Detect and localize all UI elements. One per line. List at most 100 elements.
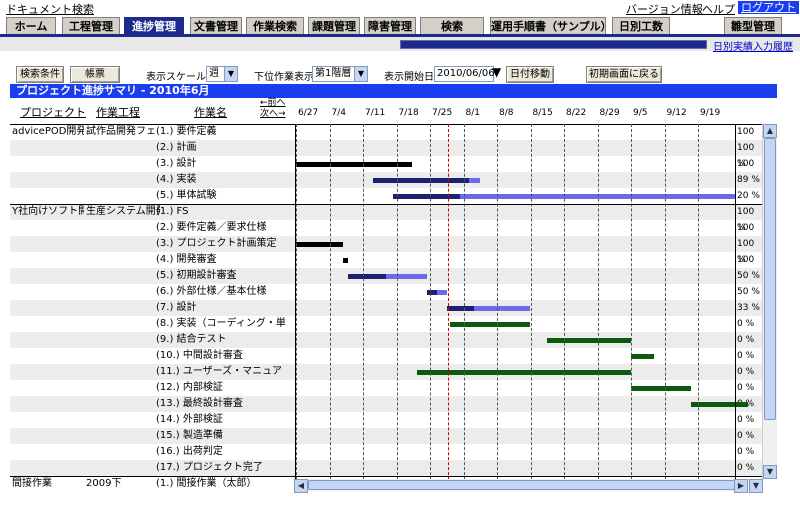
task-name[interactable]: (16.) 出荷判定 [156, 444, 294, 460]
task-name[interactable]: (3.) 設計 [156, 156, 294, 172]
nav-tab-4[interactable]: 作業検索 [246, 17, 304, 35]
task-name[interactable]: (4.) 実装 [156, 172, 294, 188]
task-name[interactable]: (15.) 製造準備 [156, 428, 294, 444]
nav-tab-7[interactable]: 検索 [420, 17, 484, 35]
nav-tab-0[interactable]: ホーム [6, 17, 56, 35]
nav-tab-6[interactable]: 障害管理 [364, 17, 416, 35]
gantt-bar[interactable] [631, 354, 655, 359]
logout-button[interactable]: ログアウト [738, 1, 799, 14]
start-date-input[interactable]: 2010/06/06 [434, 66, 495, 82]
nav-tab-9[interactable]: 日別工数 [612, 17, 670, 35]
gantt-bar[interactable] [393, 194, 461, 199]
task-name[interactable]: (17.) プロジェクト完了 [156, 460, 294, 476]
col-process[interactable]: 作業工程 [96, 104, 140, 120]
week-gridline [530, 124, 532, 490]
gantt-bar[interactable] [436, 290, 447, 295]
start-date-label: 表示開始日 [384, 72, 434, 83]
gantt-bar[interactable] [386, 274, 427, 279]
scroll-down-icon[interactable]: ▼ [763, 465, 777, 479]
calendar-dropdown-icon[interactable]: ▼ [492, 65, 501, 79]
gantt-bar[interactable] [450, 322, 531, 327]
task-name[interactable]: (3.) プロジェクト計画策定 [156, 236, 294, 252]
task-name[interactable]: (2.) 要件定義／要求仕様 [156, 220, 294, 236]
scroll-right-end-icon[interactable]: ▼ [749, 479, 763, 493]
daily-history-link[interactable]: 日別実績入力履歴 [713, 38, 793, 53]
week-gridline [430, 124, 431, 490]
next-label: 次へ [260, 109, 279, 119]
back-initial-button[interactable]: 初期画面に戻る [586, 66, 662, 83]
task-name[interactable]: (13.) 最終設計審査 [156, 396, 294, 412]
date-move-button[interactable]: 日付移動 [506, 66, 554, 83]
table-row: (9.) 結合テスト 0 % [10, 332, 763, 348]
week-gridline [698, 124, 699, 490]
gantt-bar[interactable] [342, 258, 348, 263]
prev-link[interactable]: ←前へ [260, 98, 286, 108]
task-name[interactable]: (5.) 初期設計審査 [156, 268, 294, 284]
task-name[interactable]: (7.) 設計 [156, 300, 294, 316]
scroll-up-icon[interactable]: ▲ [763, 124, 777, 138]
gantt-bar[interactable] [468, 178, 481, 183]
chevron-down-icon: ▼ [354, 67, 367, 81]
week-gridline [597, 124, 599, 490]
search-condition-button[interactable]: 検索条件 [16, 66, 64, 83]
task-name[interactable]: (11.) ユーザーズ・マニュア [156, 364, 294, 380]
next-link[interactable]: 次へ→ [260, 109, 286, 119]
version-link[interactable]: バージョン情報 [626, 1, 703, 17]
nav-tab-1[interactable]: 工程管理 [62, 17, 120, 35]
nav-tab-3[interactable]: 文書管理 [190, 17, 242, 35]
nav-tab-5[interactable]: 課題管理 [308, 17, 360, 35]
gantt-bar[interactable] [373, 178, 469, 183]
project-name: 間接作業 [12, 478, 52, 489]
task-name[interactable]: (9.) 結合テスト [156, 332, 294, 348]
vertical-scrollbar[interactable]: ▲ ▼ [762, 124, 777, 479]
task-name[interactable]: (5.) 単体試験 [156, 188, 294, 204]
gantt-bar[interactable] [631, 386, 692, 391]
chart-percent-separator [735, 124, 736, 490]
horizontal-scrollbar[interactable]: ◀ ▶ ▼ [294, 479, 763, 493]
table-row: (5.) 初期設計審査 50 % [10, 268, 763, 284]
report-button[interactable]: 帳票 [70, 66, 120, 83]
nav-tab-10[interactable]: 雛型管理 [724, 17, 782, 35]
horizontal-scroll-thumb[interactable] [308, 480, 735, 490]
task-name[interactable]: (1.) 間接作業（太郎） [156, 476, 294, 490]
scroll-right-icon[interactable]: ▶ [734, 479, 748, 493]
task-name[interactable]: (14.) 外部検証 [156, 412, 294, 428]
table-row: (5.) 単体試験 20 % [10, 188, 763, 204]
process-name: 試作品開発フェ [86, 126, 156, 137]
gantt-bar[interactable] [426, 290, 437, 295]
task-name[interactable]: (12.) 内部検証 [156, 380, 294, 396]
gantt-bar[interactable] [296, 242, 343, 247]
scale-select[interactable]: 週 ▼ [206, 66, 238, 82]
gantt-bar[interactable] [446, 306, 474, 311]
task-name[interactable]: (8.) 実装（コーディング・単 [156, 316, 294, 332]
table-row: Y社向けソフト開 生産システム開発 (1.) FS 100 % [10, 204, 763, 233]
task-name[interactable]: (1.) FS [156, 204, 294, 220]
nav-tab-8[interactable]: 運用手順書（サンプル） [490, 17, 606, 35]
task-name[interactable]: (6.) 外部仕様／基本仕様 [156, 284, 294, 300]
date-header: 8/15 [532, 108, 553, 118]
vertical-scroll-thumb[interactable] [764, 138, 776, 420]
task-name[interactable]: (2.) 計画 [156, 140, 294, 156]
nav-tab-2[interactable]: 進捗管理 [124, 17, 184, 35]
today-marker [448, 124, 450, 490]
col-project[interactable]: プロジェクト [20, 104, 86, 120]
progress-percent: 0 % [737, 367, 755, 377]
task-name[interactable]: (10.) 中間設計審査 [156, 348, 294, 364]
task-name[interactable]: (4.) 開発審査 [156, 252, 294, 268]
gantt-bar[interactable] [473, 306, 531, 311]
help-link[interactable]: ヘルプ [702, 1, 735, 17]
gantt-bar[interactable] [296, 162, 412, 167]
col-task[interactable]: 作業名 [194, 104, 227, 120]
doc-search-link[interactable]: ドキュメント検索 [6, 1, 94, 17]
gantt-bar[interactable] [691, 402, 749, 407]
scroll-left-icon[interactable]: ◀ [294, 479, 308, 493]
task-name[interactable]: (1.) 要件定義 [156, 124, 294, 140]
week-gridline [564, 124, 565, 490]
gantt-bar[interactable] [547, 338, 631, 343]
date-header: 7/25 [432, 108, 453, 118]
date-header: 6/27 [298, 108, 319, 118]
table-row: (14.) 外部検証 0 % [10, 412, 763, 428]
lower-level-select[interactable]: 第1階層 ▼ [312, 66, 368, 82]
gantt-bar[interactable] [347, 274, 387, 279]
table-row: (2.) 要件定義／要求仕様100 % [10, 220, 763, 249]
